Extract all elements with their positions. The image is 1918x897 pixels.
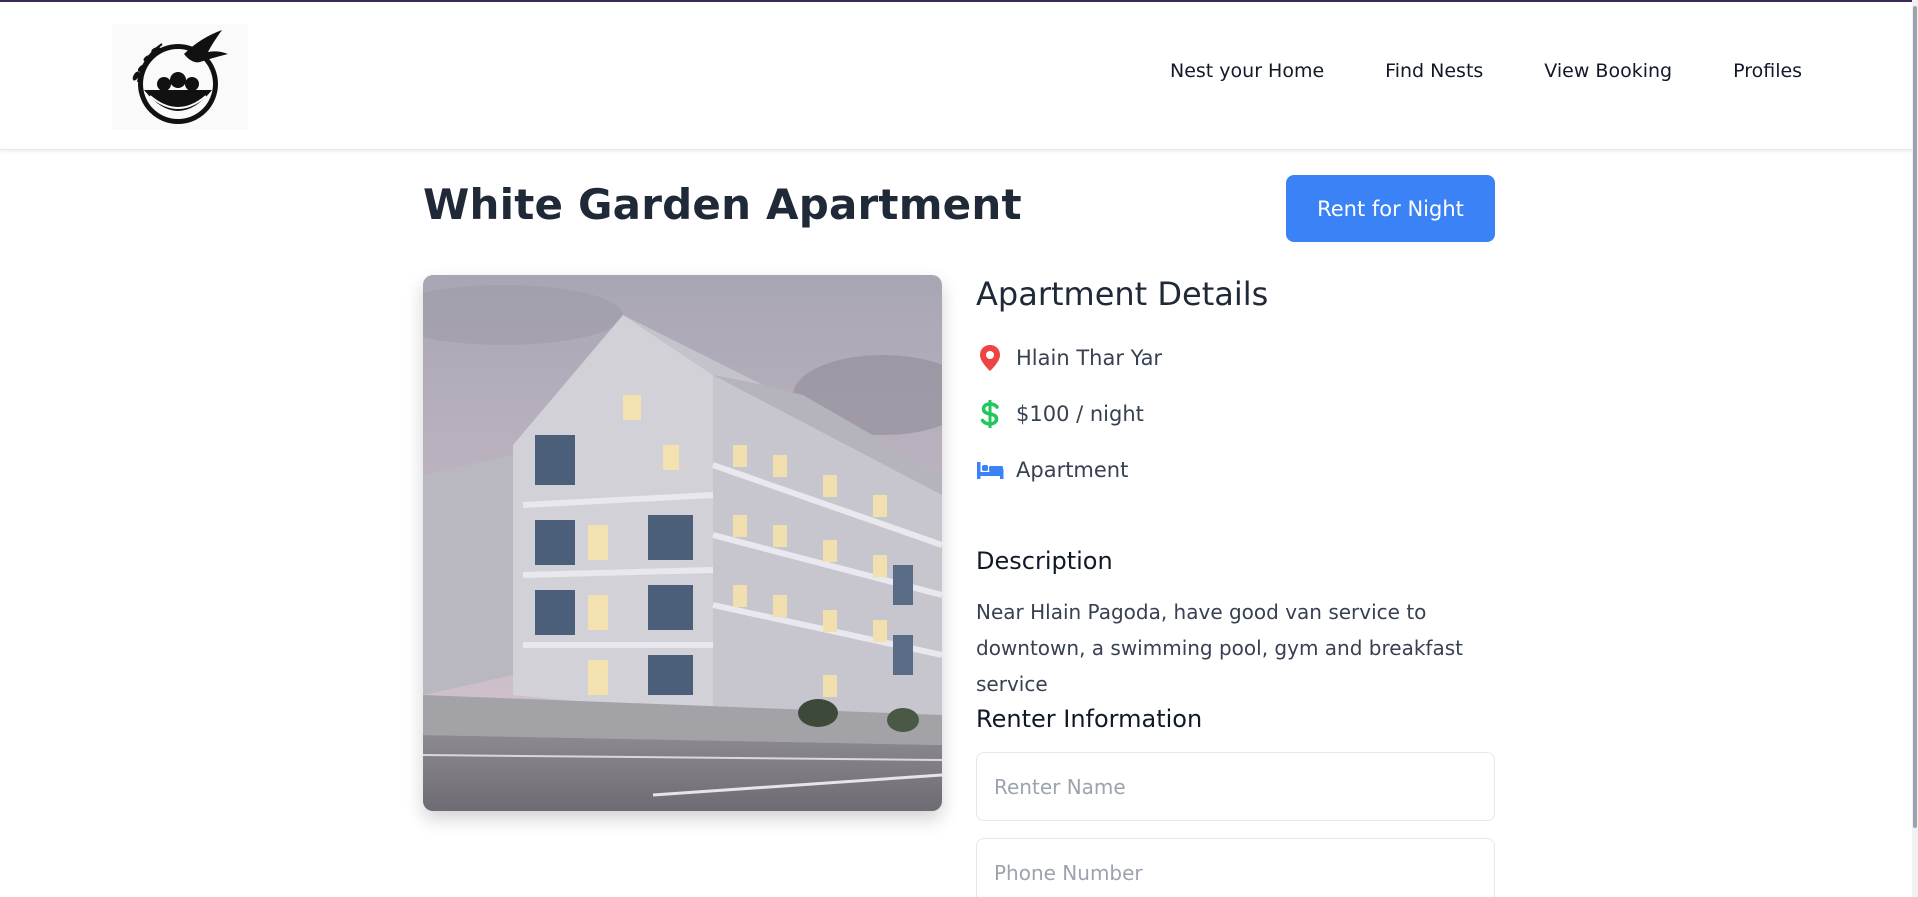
nav-view-booking[interactable]: View Booking xyxy=(1544,60,1672,82)
map-pin-icon xyxy=(976,343,1004,373)
page-title: White Garden Apartment xyxy=(423,180,1022,229)
type-text: Apartment xyxy=(1016,458,1129,482)
phone-number-input[interactable] xyxy=(976,838,1495,897)
nest-logo[interactable] xyxy=(112,24,248,130)
nav-profiles[interactable]: Profiles xyxy=(1733,60,1802,82)
nav-nest-your-home[interactable]: Nest your Home xyxy=(1170,60,1324,82)
location-text: Hlain Thar Yar xyxy=(1016,346,1163,370)
apartment-details: Apartment Details Hlain Thar Yar $100 / … xyxy=(976,275,1496,897)
renter-info-heading: Renter Information xyxy=(976,705,1203,733)
nav-find-nests[interactable]: Find Nests xyxy=(1385,60,1483,82)
scrollbar-thumb[interactable] xyxy=(1913,6,1917,828)
main-nav: Nest your Home Find Nests View Booking P… xyxy=(1170,60,1802,82)
description-text: Near Hlain Pagoda, have good van service… xyxy=(976,600,1463,696)
apartment-photo xyxy=(423,275,942,811)
nest-bird-icon xyxy=(112,24,248,130)
navbar: Nest your Home Find Nests View Booking P… xyxy=(0,2,1918,150)
location-row: Hlain Thar Yar xyxy=(976,343,1162,373)
price-row: $100 / night xyxy=(976,399,1144,429)
description-heading: Description xyxy=(976,547,1113,575)
bed-icon xyxy=(976,455,1004,485)
renter-name-input[interactable] xyxy=(976,752,1495,821)
details-heading: Apartment Details xyxy=(976,275,1269,313)
type-row: Apartment xyxy=(976,455,1128,485)
dollar-sign-icon xyxy=(976,399,1004,429)
rent-for-night-button[interactable]: Rent for Night xyxy=(1286,175,1495,242)
price-text: $100 / night xyxy=(1016,402,1144,426)
